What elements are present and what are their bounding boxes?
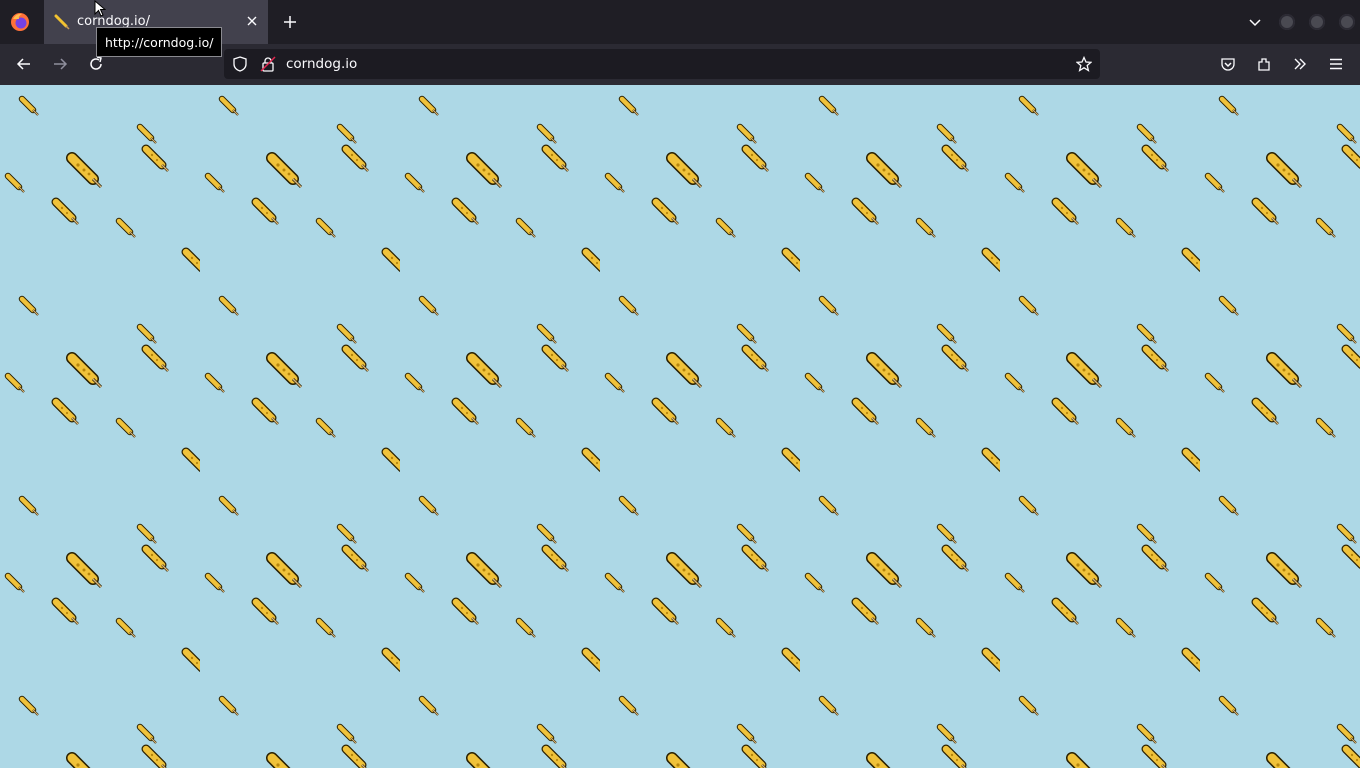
close-window-button[interactable] <box>1339 14 1355 30</box>
page-content <box>0 85 1360 768</box>
mouse-cursor-icon <box>94 0 106 17</box>
tab-url-tooltip: http://corndog.io/ <box>96 27 223 57</box>
extensions-icon[interactable] <box>1256 56 1272 72</box>
back-icon[interactable] <box>16 56 32 72</box>
insecure-lock-icon[interactable] <box>260 56 276 72</box>
new-tab-plus-icon[interactable] <box>282 14 298 30</box>
reload-icon[interactable] <box>88 56 104 72</box>
close-icon[interactable] <box>244 13 260 29</box>
overflow-chevron-icon[interactable] <box>1292 56 1308 72</box>
firefox-menu-icon[interactable] <box>9 11 31 33</box>
menu-icon[interactable] <box>1328 56 1344 72</box>
minimize-window-button[interactable] <box>1279 14 1295 30</box>
corndog-icon <box>54 14 70 30</box>
forward-icon[interactable] <box>52 56 68 72</box>
corndog-pattern <box>0 85 1360 768</box>
tracking-protection-shield-icon[interactable] <box>232 56 248 72</box>
list-all-tabs-chevron-icon[interactable] <box>1247 14 1263 30</box>
maximize-window-button[interactable] <box>1309 14 1325 30</box>
bookmark-star-icon[interactable] <box>1076 56 1092 72</box>
pocket-icon[interactable] <box>1220 56 1236 72</box>
url-text[interactable]: corndog.io <box>286 56 357 72</box>
